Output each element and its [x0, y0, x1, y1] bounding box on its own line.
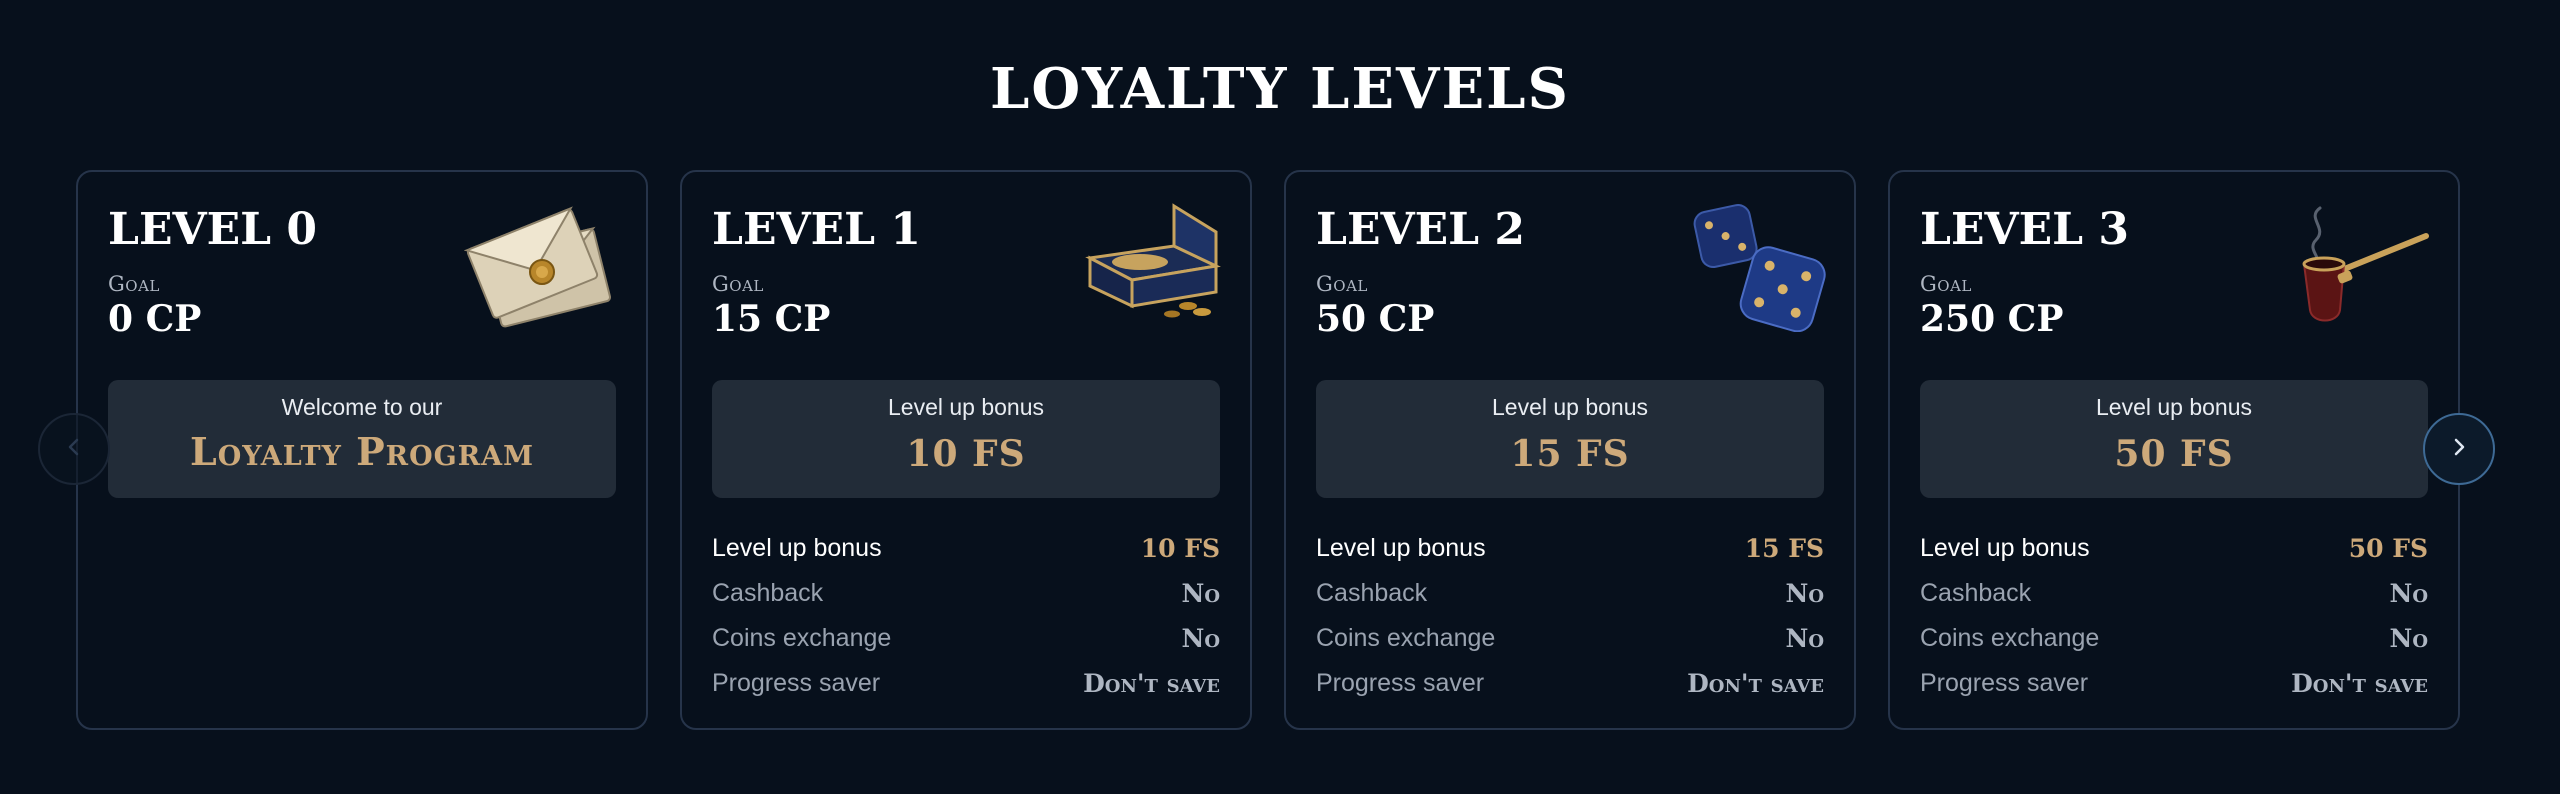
row-label: Level up bonus [1316, 534, 1486, 562]
row-value: No [1785, 624, 1824, 653]
treasure-chest-icon [1068, 202, 1224, 332]
level-card-3: LEVEL 3 Goal 250 CP Level up bonus 50 FS… [1888, 170, 2460, 730]
page-title: LOYALTY LEVELS [990, 56, 1570, 122]
level-cards: LEVEL 0 Goal 0 CP Welcome to our Loyalty… [76, 170, 2460, 730]
level-up-bonus-box: Level up bonus 10 FS [712, 380, 1220, 498]
row-value: 15 FS [1744, 534, 1824, 563]
bonus-caption: Level up bonus [1491, 394, 1648, 420]
dice-icon [1672, 202, 1828, 333]
row-label: Progress saver [1316, 669, 1485, 697]
row-label: Coins exchange [712, 624, 892, 652]
benefit-row-progress-saver: Progress saver Don't save [712, 661, 1220, 706]
row-value: No [2389, 624, 2428, 653]
benefit-row-cashback: Cashback No [712, 571, 1220, 616]
program-name: Loyalty Program [190, 429, 534, 474]
benefit-row-progress-saver: Progress saver Don't save [1316, 661, 1824, 706]
benefit-row-coins-exchange: Coins exchange No [1316, 616, 1824, 661]
row-label: Cashback [1920, 579, 2032, 607]
row-value: Don't save [1687, 669, 1824, 698]
chevron-left-icon [63, 436, 85, 463]
welcome-box: Welcome to our Loyalty Program [108, 380, 616, 498]
row-value: No [1181, 624, 1220, 653]
envelope-icon [463, 202, 620, 332]
bonus-value: 10 FS [906, 433, 1026, 475]
level-card-0: LEVEL 0 Goal 0 CP Welcome to our Loyalty… [76, 170, 648, 730]
benefit-row-coins-exchange: Coins exchange No [1920, 616, 2428, 661]
benefits-list: Level up bonus 10 FS Cashback No Coins e… [712, 526, 1220, 706]
row-value: Don't save [2291, 669, 2428, 698]
row-label: Progress saver [1920, 669, 2089, 697]
benefits-list: Level up bonus 50 FS Cashback No Coins e… [1920, 526, 2428, 706]
loyalty-levels-page: LOYALTY LEVELS LEVEL 0 Goal 0 CP Welcome… [0, 0, 2560, 794]
row-label: Cashback [712, 579, 824, 607]
row-label: Level up bonus [1920, 534, 2090, 562]
benefits-list: Level up bonus 15 FS Cashback No Coins e… [1316, 526, 1824, 706]
carousel-next-button[interactable] [2423, 413, 2495, 485]
bonus-value: 15 FS [1510, 433, 1630, 475]
level-up-bonus-box: Level up bonus 50 FS [1920, 380, 2428, 498]
row-value: No [1785, 579, 1824, 608]
row-value: 10 FS [1140, 534, 1220, 563]
bonus-caption: Welcome to our [281, 394, 443, 420]
benefit-row-cashback: Cashback No [1316, 571, 1824, 616]
pipe-icon [2276, 202, 2432, 332]
benefit-row-level-up-bonus: Level up bonus 50 FS [1920, 526, 2428, 571]
level-card-2: LEVEL 2 Goal 50 CP Level up bonus 15 FS … [1284, 170, 1856, 730]
benefit-row-cashback: Cashback No [1920, 571, 2428, 616]
row-label: Coins exchange [1920, 624, 2100, 652]
row-value: 50 FS [2348, 534, 2428, 563]
benefit-row-progress-saver: Progress saver Don't save [1920, 661, 2428, 706]
row-value: No [2389, 579, 2428, 608]
carousel-prev-button[interactable] [38, 413, 110, 485]
row-label: Progress saver [712, 669, 881, 697]
row-label: Level up bonus [712, 534, 882, 562]
bonus-caption: Level up bonus [887, 394, 1044, 420]
row-value: No [1181, 579, 1220, 608]
row-value: Don't save [1083, 669, 1220, 698]
bonus-value: 50 FS [2114, 433, 2234, 475]
chevron-right-icon [2448, 436, 2470, 463]
benefit-row-level-up-bonus: Level up bonus 15 FS [1316, 526, 1824, 571]
benefit-row-coins-exchange: Coins exchange No [712, 616, 1220, 661]
row-label: Cashback [1316, 579, 1428, 607]
bonus-caption: Level up bonus [2095, 394, 2252, 420]
row-label: Coins exchange [1316, 624, 1496, 652]
level-card-1: LEVEL 1 Goal 15 CP Level up bonus 10 FS [680, 170, 1252, 730]
level-up-bonus-box: Level up bonus 15 FS [1316, 380, 1824, 498]
benefit-row-level-up-bonus: Level up bonus 10 FS [712, 526, 1220, 571]
